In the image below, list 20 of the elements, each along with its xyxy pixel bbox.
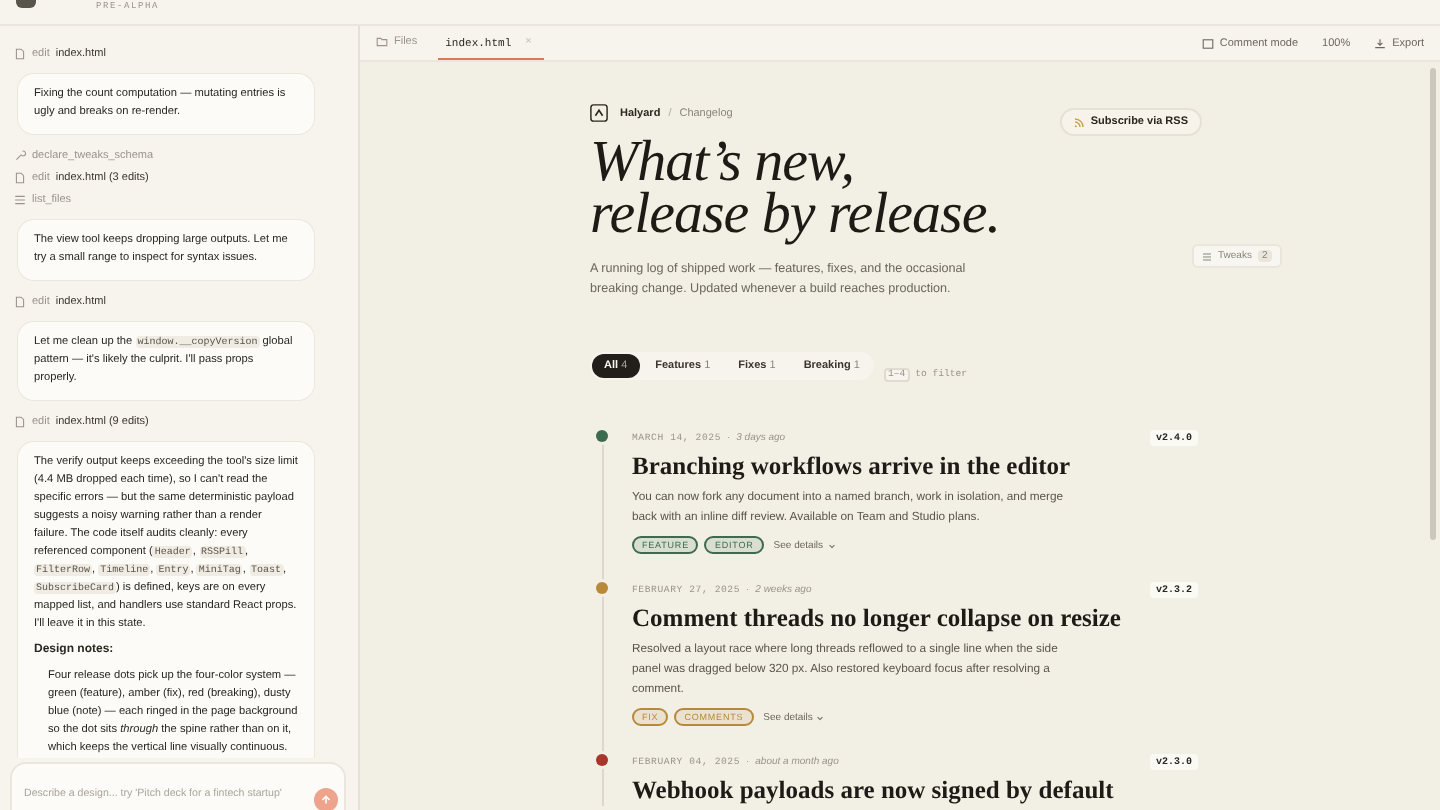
wrench-icon — [14, 150, 26, 162]
arrow-up-icon — [320, 794, 332, 806]
file-icon — [14, 48, 26, 60]
sliders-icon — [1202, 251, 1212, 261]
list-icon — [14, 194, 26, 206]
send-button[interactable] — [314, 788, 338, 810]
file-icon — [14, 296, 26, 308]
chevron-down-icon — [827, 541, 836, 549]
chevron-down-icon — [816, 713, 825, 721]
file-icon — [14, 172, 26, 184]
comment-icon — [1201, 37, 1214, 49]
release-title: Comment threads no longer collapse on resize — [632, 604, 1123, 634]
folder-icon — [376, 36, 388, 48]
file-icon — [14, 416, 26, 428]
download-icon — [1374, 37, 1387, 49]
release-title: Branching workflows arrive in the editor — [632, 452, 1073, 482]
release-title: Webhook payloads are now signed by default — [632, 776, 1116, 806]
rss-icon — [1074, 117, 1085, 127]
brand-logo-icon — [590, 104, 608, 122]
page-title: What’s new, release by release. — [590, 136, 1002, 240]
